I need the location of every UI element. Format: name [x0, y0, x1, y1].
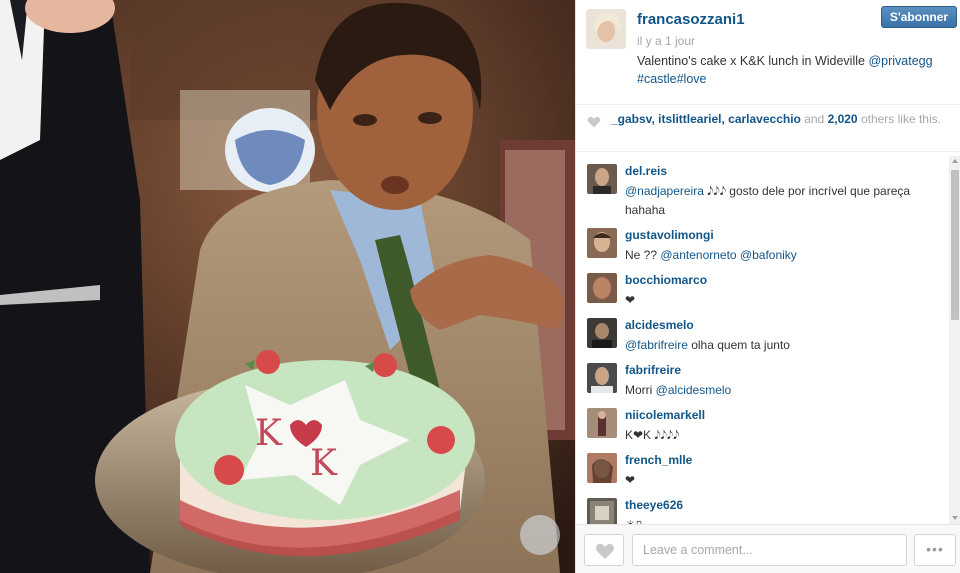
avatar-image — [587, 164, 617, 194]
caption-hashtags[interactable]: #castle#love — [637, 72, 707, 86]
comment-input[interactable] — [632, 534, 907, 566]
more-options-button[interactable]: ••• — [914, 534, 956, 566]
photo-illustration: K K — [0, 0, 575, 573]
comment-username[interactable]: alcidesmelo — [625, 318, 694, 332]
comment-mention[interactable]: @antenorneto @bafoniky — [660, 248, 796, 262]
commenter-avatar[interactable] — [587, 273, 617, 303]
comment-text: @fabrifreire olha quem ta junto — [625, 336, 943, 355]
comment-username[interactable]: del.reis — [625, 164, 667, 178]
avatar-image — [587, 453, 617, 483]
commenter-avatar[interactable] — [587, 408, 617, 438]
comment-item: niicolemarkell K❤K 𝅘𝅥𝅮𝅘𝅥𝅮𝅘𝅥𝅮𝅘𝅥𝅮 — [576, 400, 948, 445]
comment-body: Morri — [625, 383, 656, 397]
post-header: francasozzani1 S'abonner il y a 1 jour V… — [576, 0, 960, 100]
comment-item: fabrifreire Morri @alcidesmelo — [576, 355, 948, 400]
like-button[interactable] — [584, 534, 624, 566]
comment-body: ❤ — [625, 473, 636, 487]
post-timestamp[interactable]: il y a 1 jour — [637, 34, 695, 48]
comment-footer: ••• — [576, 524, 960, 573]
comment-text: ❤ — [625, 471, 943, 490]
owner-username[interactable]: francasozzani1 — [637, 11, 745, 28]
cake-letter-k: K — [255, 413, 283, 454]
comment-body: Ne ?? — [625, 248, 661, 262]
comment-body: olha quem ta junto — [687, 338, 790, 352]
likes-and: and — [800, 112, 828, 126]
commenter-avatar[interactable] — [587, 453, 617, 483]
comment-text: Morri @alcidesmelo — [625, 381, 943, 400]
caption-mention[interactable]: @privategg — [868, 54, 932, 68]
scroll-thumb[interactable] — [951, 170, 959, 320]
avatar-image — [587, 228, 617, 258]
avatar-image — [587, 363, 617, 393]
owner-avatar[interactable] — [586, 9, 626, 49]
likes-summary: _gabsv, itslittleariel, carlavecchio and… — [576, 104, 960, 152]
comment-username[interactable]: theeye626 — [625, 498, 683, 512]
comment-mention[interactable]: @fabrifreire — [625, 338, 688, 352]
commenter-avatar[interactable] — [587, 318, 617, 348]
comment-item: alcidesmelo @fabrifreire olha quem ta ju… — [576, 310, 948, 355]
comment-item: french_mlle ❤ — [576, 445, 948, 490]
likers-list[interactable]: _gabsv, itslittleariel, carlavecchio — [611, 112, 801, 126]
heart-icon — [587, 116, 601, 128]
post-sidebar: francasozzani1 S'abonner il y a 1 jour V… — [575, 0, 960, 573]
likes-suffix: others like this. — [857, 112, 941, 126]
commenter-avatar[interactable] — [587, 363, 617, 393]
owner-avatar-image — [586, 9, 626, 49]
comment-username[interactable]: niicolemarkell — [625, 408, 705, 422]
comment-text: ☀▯ — [625, 516, 943, 524]
likes-count[interactable]: 2,020 — [828, 112, 858, 126]
comment-text: ❤ — [625, 291, 943, 310]
comment-text: Ne ?? @antenorneto @bafoniky — [625, 246, 943, 265]
avatar-image — [587, 498, 617, 524]
comment-text: @nadjapereira 𝅘𝅥𝅮𝅘𝅥𝅮𝅘𝅥𝅮 gosto dele por i… — [625, 182, 943, 220]
comment-mention[interactable]: @alcidesmelo — [656, 383, 732, 397]
comment-body: ❤ — [625, 293, 636, 307]
cake-letter-k2: K — [310, 443, 338, 484]
comment-username[interactable]: gustavolimongi — [625, 228, 714, 242]
comment-username[interactable]: fabrifreire — [625, 363, 681, 377]
comment-mention[interactable]: @nadjapereira — [625, 184, 704, 198]
heart-icon — [596, 543, 614, 559]
commenter-avatar[interactable] — [587, 164, 617, 194]
comment-username[interactable]: french_mlle — [625, 453, 692, 467]
comment-item: gustavolimongi Ne ?? @antenorneto @bafon… — [576, 220, 948, 265]
comment-text: K❤K 𝅘𝅥𝅮𝅘𝅥𝅮𝅘𝅥𝅮𝅘𝅥𝅮 — [625, 426, 943, 445]
comment-username[interactable]: bocchiomarco — [625, 273, 707, 287]
scroll-down-arrow-icon[interactable] — [952, 516, 958, 520]
post-caption: Valentino's cake x K&K lunch in Widevill… — [637, 52, 955, 88]
comments-scrollbar[interactable] — [949, 156, 960, 524]
comment-item: theeye626 ☀▯ — [576, 490, 948, 524]
comment-body: K❤K 𝅘𝅥𝅮𝅘𝅥𝅮𝅘𝅥𝅮𝅘𝅥𝅮 — [625, 428, 680, 442]
comment-item: del.reis @nadjapereira 𝅘𝅥𝅮𝅘𝅥𝅮𝅘𝅥𝅮 gosto d… — [576, 156, 948, 217]
follow-button[interactable]: S'abonner — [881, 6, 957, 28]
avatar-image — [587, 318, 617, 348]
likes-text: _gabsv, itslittleariel, carlavecchio and… — [611, 112, 951, 127]
commenter-avatar[interactable] — [587, 228, 617, 258]
post-photo[interactable]: K K — [0, 0, 575, 573]
commenter-avatar[interactable] — [587, 498, 617, 524]
comments-list[interactable]: del.reis @nadjapereira 𝅘𝅥𝅮𝅘𝅥𝅮𝅘𝅥𝅮 gosto d… — [576, 156, 948, 524]
caption-text: Valentino's cake x K&K lunch in Widevill… — [637, 54, 869, 68]
comment-item: bocchiomarco ❤ — [576, 265, 948, 310]
avatar-image — [587, 408, 617, 438]
scroll-up-arrow-icon[interactable] — [952, 159, 958, 163]
ellipsis-icon: ••• — [926, 541, 944, 557]
avatar-image — [587, 273, 617, 303]
